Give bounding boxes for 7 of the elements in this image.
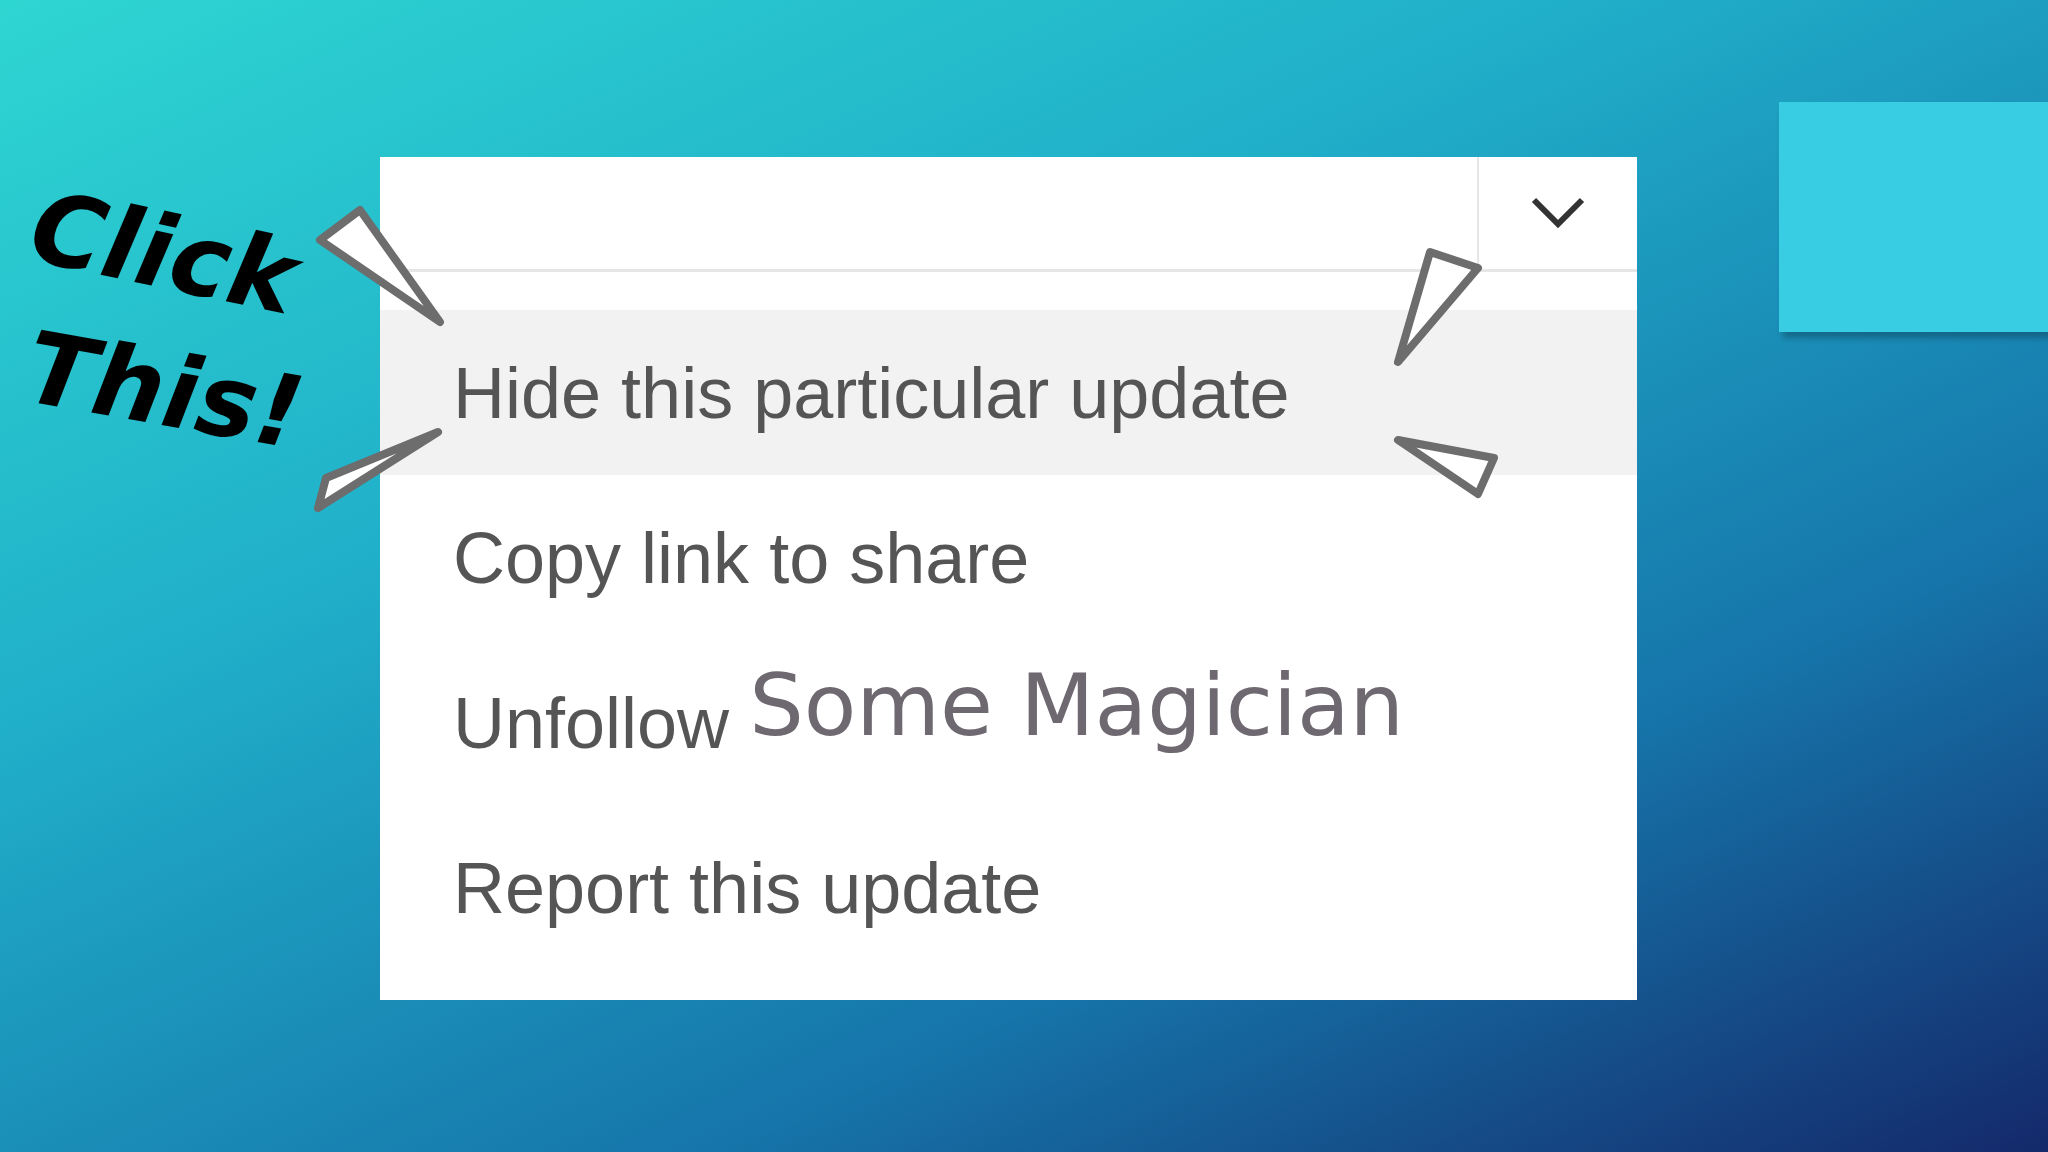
menu-item[interactable]: Hide this particular update xyxy=(380,310,1637,475)
item-label: Copy link to share xyxy=(453,516,1030,599)
item-label: Report this update xyxy=(453,846,1042,929)
item-label: Hide this particular update xyxy=(453,351,1290,434)
name-overlay: Some Magician xyxy=(749,654,1405,755)
item-label: Unfollow xyxy=(453,681,730,764)
chevron-icon xyxy=(1530,196,1586,230)
